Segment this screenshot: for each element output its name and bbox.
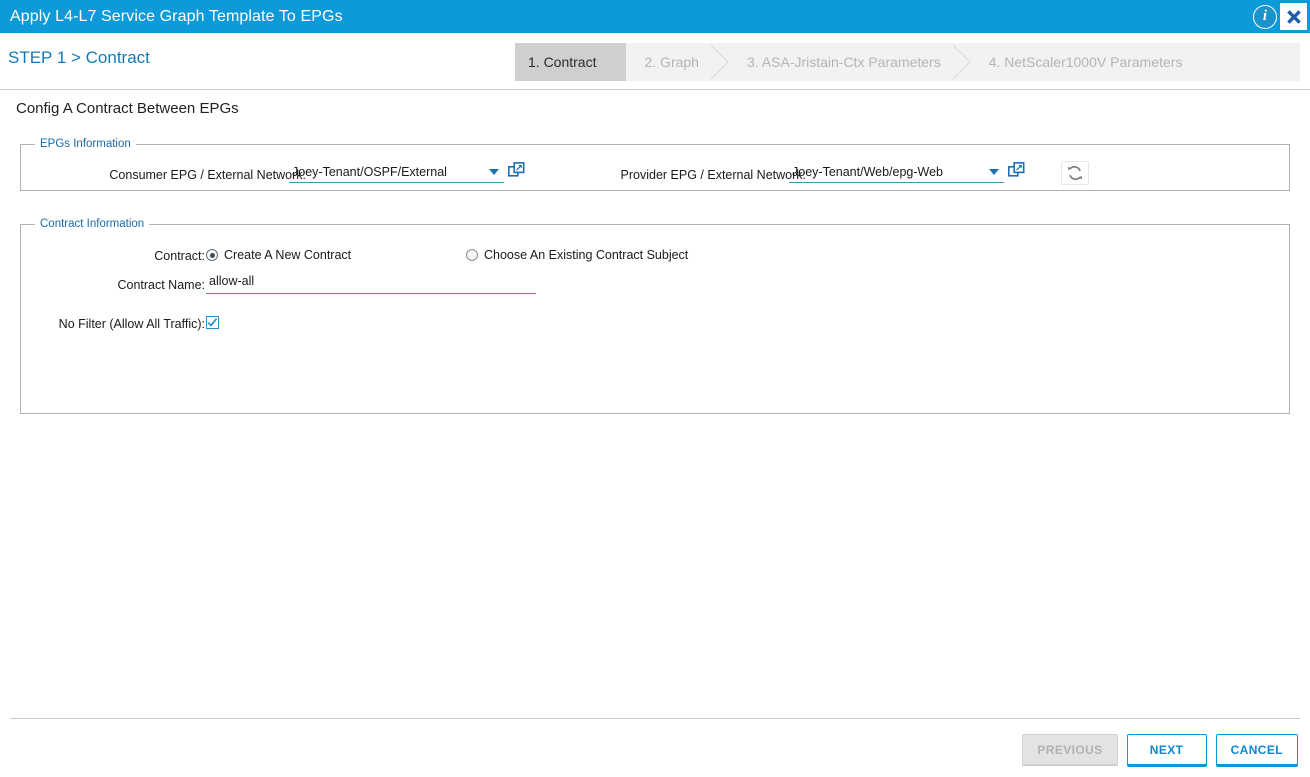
chevron-down-icon bbox=[486, 169, 504, 175]
window-title: Apply L4-L7 Service Graph Template To EP… bbox=[10, 8, 343, 26]
chevron-right-icon bbox=[607, 43, 627, 81]
provider-epg-select[interactable]: Joey-Tenant/Web/epg-Web bbox=[789, 162, 1004, 183]
consumer-epg-select[interactable]: Joey-Tenant/OSPF/External bbox=[289, 162, 504, 183]
contract-name-label: Contract Name: bbox=[81, 278, 205, 292]
cancel-button[interactable]: CANCEL bbox=[1216, 734, 1298, 765]
consumer-epg-label: Consumer EPG / External Network: bbox=[81, 168, 306, 182]
wizard-tab-strip: 1. Contract 2. Graph 3. ASA-Jristain-Ctx… bbox=[515, 43, 1300, 81]
window-title-bar: Apply L4-L7 Service Graph Template To EP… bbox=[0, 0, 1310, 33]
consumer-epg-value: Joey-Tenant/OSPF/External bbox=[289, 165, 486, 179]
consumer-epg-popout-button[interactable] bbox=[508, 162, 525, 179]
open-in-new-window-icon bbox=[508, 162, 525, 179]
epgs-information-legend: EPGs Information bbox=[35, 138, 136, 150]
no-filter-label: No Filter (Allow All Traffic): bbox=[57, 317, 205, 331]
chevron-right-icon bbox=[952, 43, 972, 81]
radio-indicator bbox=[466, 249, 478, 261]
no-filter-checkbox[interactable] bbox=[206, 316, 219, 329]
footer-actions: PREVIOUS NEXT CANCEL bbox=[1022, 734, 1298, 765]
wizard-tab-label: 3. ASA-Jristain-Ctx Parameters bbox=[747, 54, 941, 70]
wizard-step-header: STEP 1 > Contract 1. Contract 2. Graph 3… bbox=[0, 33, 1310, 90]
wizard-tab-label: 2. Graph bbox=[644, 54, 698, 70]
chevron-down-icon bbox=[986, 169, 1004, 175]
check-icon bbox=[207, 317, 218, 328]
contract-label: Contract: bbox=[81, 249, 205, 263]
open-in-new-window-icon bbox=[1008, 162, 1025, 179]
window-controls: i bbox=[1251, 3, 1310, 31]
contract-name-input[interactable] bbox=[206, 272, 536, 294]
close-icon bbox=[1284, 7, 1304, 27]
radio-label: Choose An Existing Contract Subject bbox=[484, 248, 688, 262]
wizard-tab-netscaler-parameters[interactable]: 4. NetScaler1000V Parameters bbox=[971, 43, 1213, 81]
page-title: Config A Contract Between EPGs bbox=[16, 100, 239, 117]
radio-indicator bbox=[206, 249, 218, 261]
radio-label: Create A New Contract bbox=[224, 248, 351, 262]
info-icon: i bbox=[1253, 5, 1277, 29]
radio-choose-existing-contract-subject[interactable]: Choose An Existing Contract Subject bbox=[466, 248, 688, 262]
wizard-tab-graph[interactable]: 2. Graph bbox=[626, 43, 728, 81]
provider-epg-value: Joey-Tenant/Web/epg-Web bbox=[789, 165, 986, 179]
radio-create-new-contract[interactable]: Create A New Contract bbox=[206, 248, 351, 262]
chevron-right-icon bbox=[710, 43, 730, 81]
provider-epg-label: Provider EPG / External Network: bbox=[591, 168, 806, 182]
next-button[interactable]: NEXT bbox=[1127, 734, 1207, 765]
refresh-icon bbox=[1066, 164, 1084, 182]
wizard-tab-asa-parameters[interactable]: 3. ASA-Jristain-Ctx Parameters bbox=[729, 43, 971, 81]
contract-information-legend: Contract Information bbox=[35, 218, 149, 230]
refresh-button[interactable] bbox=[1061, 161, 1089, 185]
close-button[interactable] bbox=[1280, 3, 1307, 30]
step-breadcrumb: STEP 1 > Contract bbox=[8, 48, 150, 68]
wizard-tab-label: 1. Contract bbox=[528, 54, 596, 70]
previous-button[interactable]: PREVIOUS bbox=[1022, 734, 1117, 765]
provider-epg-popout-button[interactable] bbox=[1008, 162, 1025, 179]
wizard-tab-label: 4. NetScaler1000V Parameters bbox=[989, 54, 1183, 70]
contract-information-panel: Contract Information Contract: Create A … bbox=[20, 218, 1290, 414]
wizard-tab-contract[interactable]: 1. Contract bbox=[515, 43, 626, 81]
epgs-information-panel: EPGs Information Consumer EPG / External… bbox=[20, 138, 1290, 191]
footer-divider bbox=[10, 718, 1300, 719]
info-button[interactable]: i bbox=[1251, 3, 1279, 31]
